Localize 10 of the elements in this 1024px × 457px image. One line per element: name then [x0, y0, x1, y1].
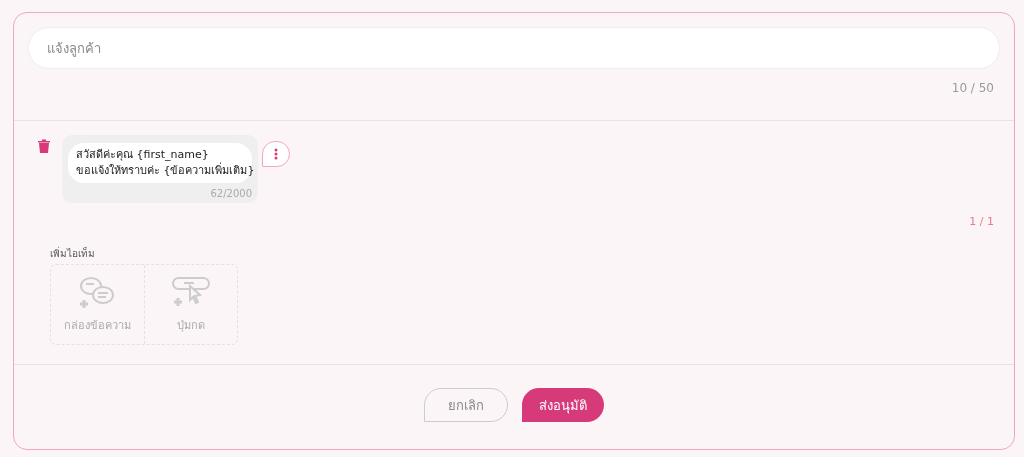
- message-text: สวัสดีค่ะคุณ {first_name} ขอแจ้งให้ทราบค่ะ {ข้อความเพิ่มเติม}: [68, 143, 252, 183]
- character-counter: 62/2000: [209, 188, 252, 199]
- chat-bubbles-plus-icon: [78, 275, 117, 310]
- page-counter: 1 / 1: [969, 215, 994, 228]
- character-counter: 10 / 50: [950, 81, 995, 95]
- section-label: เพิ่มไอเท็ม: [50, 246, 96, 261]
- input-field[interactable]: แจ้งลูกค้า: [28, 27, 1000, 69]
- more-icon: [274, 148, 278, 160]
- trash-icon[interactable]: [38, 139, 50, 153]
- submit-button[interactable]: ส่งอนุมัติ: [522, 388, 604, 422]
